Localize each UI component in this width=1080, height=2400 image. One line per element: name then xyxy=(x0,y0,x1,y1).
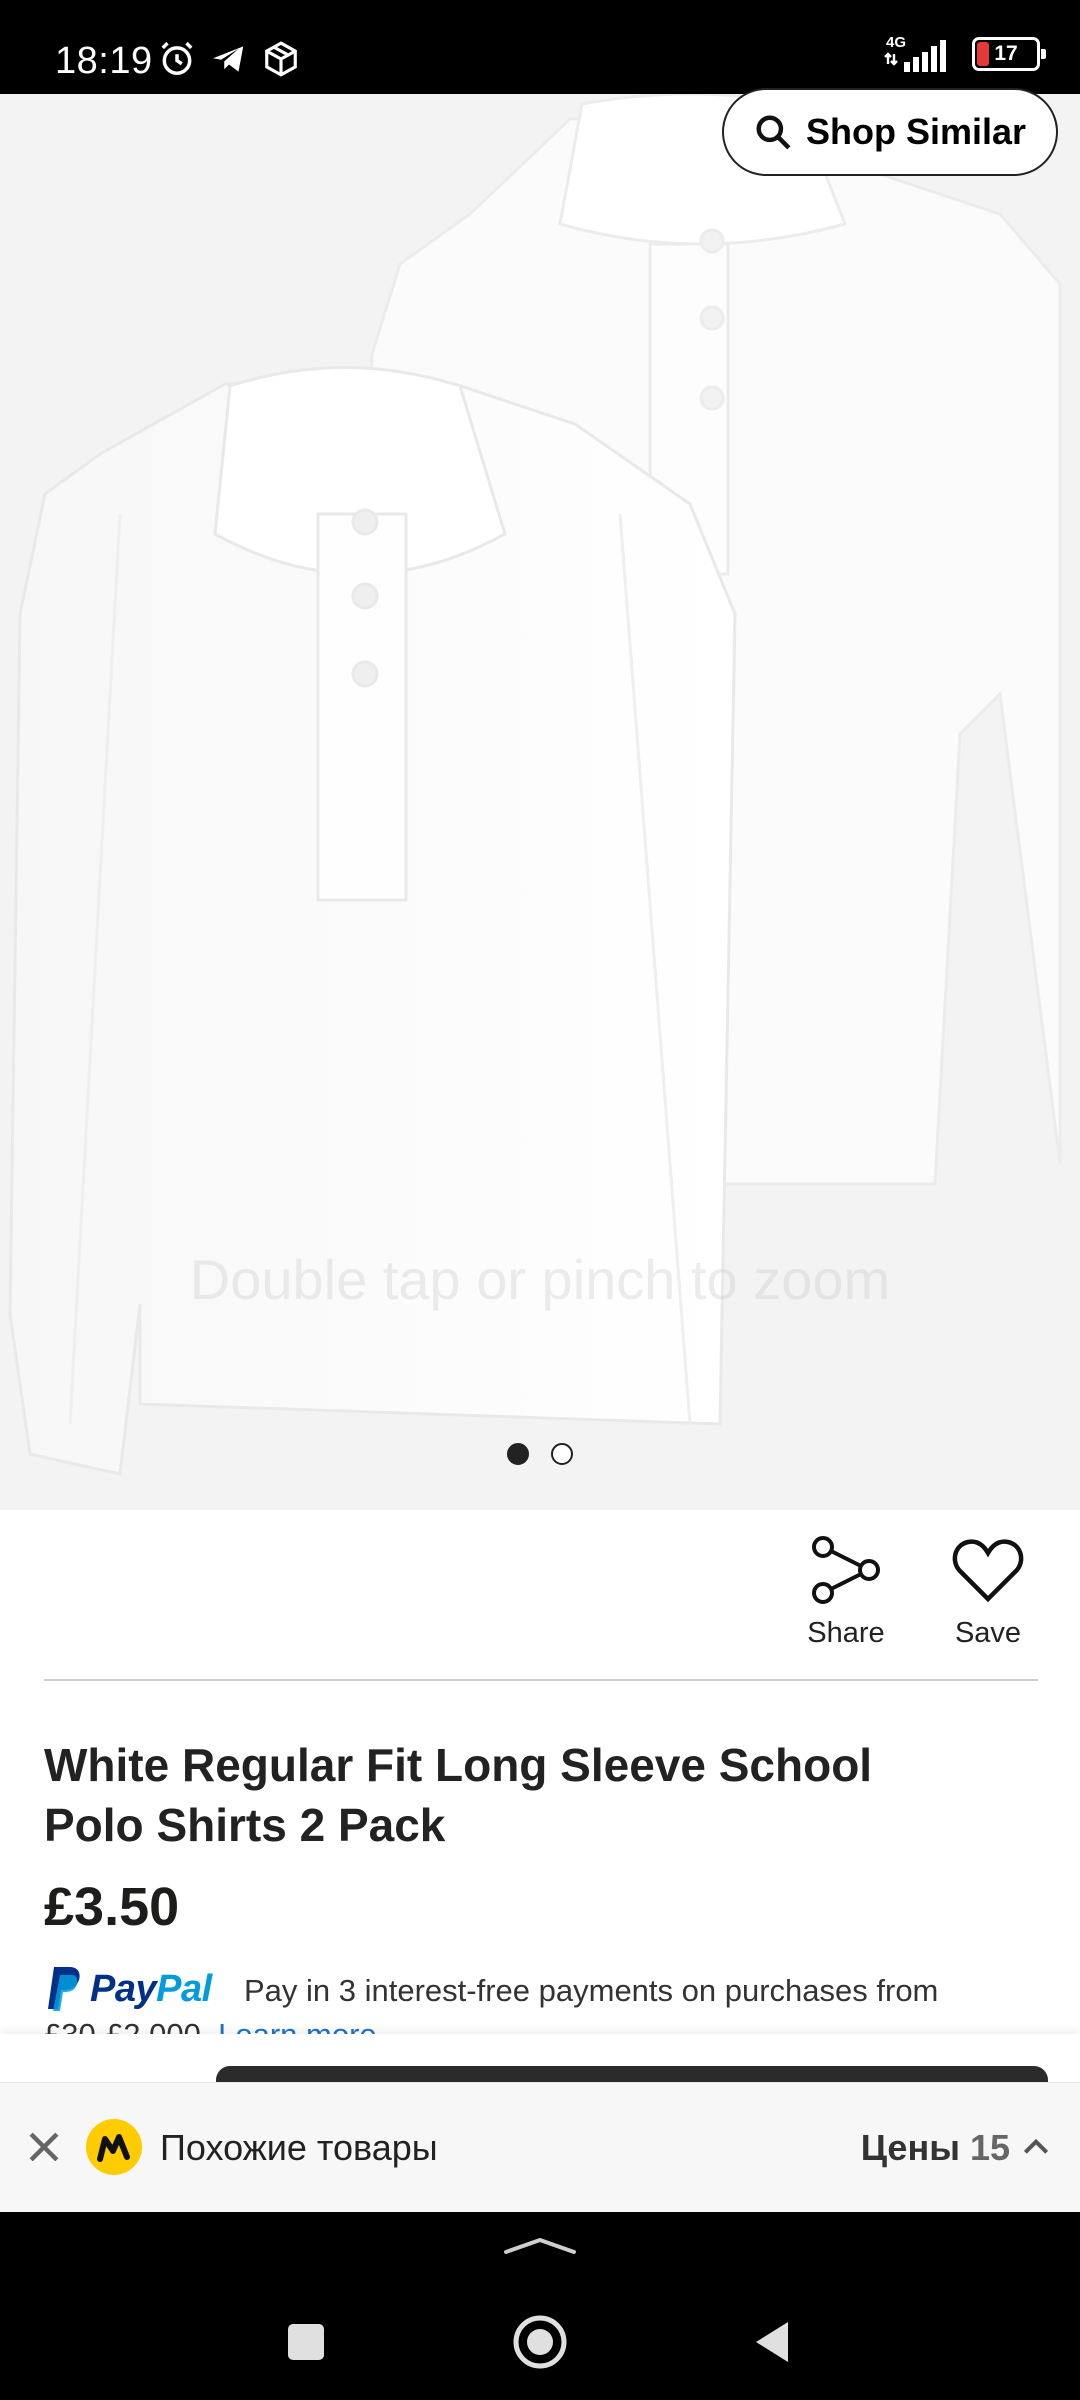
zoom-hint: Double tap or pinch to zoom xyxy=(189,1248,891,1311)
search-icon xyxy=(756,115,791,150)
battery-icon: 17 xyxy=(972,37,1046,71)
prices-count[interactable]: Цены 15 xyxy=(861,2127,1010,2169)
learn-more-link[interactable]: Learn more xyxy=(218,2017,377,2035)
back-icon[interactable] xyxy=(742,2310,806,2374)
heart-icon xyxy=(952,1539,1024,1603)
expand-handle-icon[interactable] xyxy=(502,2234,578,2258)
paypal-text: Pay in 3 interest-free payments on purch… xyxy=(244,1973,939,2008)
save-button[interactable]: Save xyxy=(938,1535,1038,1650)
status-notification-icons xyxy=(158,40,300,78)
product-actions: Share Save xyxy=(796,1535,1038,1650)
product-price: £3.50 xyxy=(44,1877,180,1937)
prices-number: 15 xyxy=(969,2127,1010,2168)
paypal-range: £30-£2,000. xyxy=(44,2017,210,2035)
shop-similar-button[interactable]: Shop Similar xyxy=(722,88,1058,176)
product-title: White Regular Fit Long Sleeve School Pol… xyxy=(44,1739,873,1851)
telegram-icon xyxy=(213,46,244,72)
similar-products-label: Похожие товары xyxy=(160,2127,438,2168)
paypal-banner: PayPal Pay in 3 interest-free payments o… xyxy=(44,1965,1044,2035)
home-icon[interactable] xyxy=(508,2310,572,2374)
share-label: Share xyxy=(807,1617,885,1649)
status-bar: 18:19 4G 17 xyxy=(0,0,1080,94)
gallery-dot-2[interactable] xyxy=(551,1443,573,1465)
network-type: 4G xyxy=(886,34,907,51)
gallery-pagination xyxy=(0,1443,1080,1465)
yandex-market-logo xyxy=(86,2119,142,2175)
recents-icon[interactable] xyxy=(274,2310,338,2374)
shop-similar-label: Shop Similar xyxy=(805,111,1027,152)
status-system-icons: 4G 17 xyxy=(882,34,1046,74)
close-icon[interactable] xyxy=(22,2125,66,2169)
save-label: Save xyxy=(954,1617,1022,1649)
share-icon xyxy=(812,1536,880,1604)
package-icon xyxy=(265,41,297,77)
chevron-up-icon[interactable] xyxy=(1020,2131,1052,2163)
paypal-brand-pal: Pal xyxy=(156,1967,212,2010)
paypal-p-icon xyxy=(48,1967,80,2011)
alarm-icon xyxy=(161,41,193,75)
product-image-gallery[interactable]: Double tap or pinch to zoom xyxy=(0,94,1080,1510)
paypal-brand-pay: Pay xyxy=(90,1967,157,2010)
share-button[interactable]: Share xyxy=(796,1535,896,1650)
paypal-text-line2: £30-£2,000. Learn more xyxy=(44,2017,377,2035)
gallery-dot-1[interactable] xyxy=(507,1443,529,1465)
similar-products-bar[interactable]: Похожие товары Цены 15 xyxy=(0,2082,1080,2212)
signal-icon: 4G xyxy=(882,34,952,74)
status-time: 18:19 xyxy=(55,40,153,82)
battery-level: 17 xyxy=(994,42,1018,65)
paypal-logo: PayPal xyxy=(44,1965,212,2013)
system-nav-bar xyxy=(0,2212,1080,2400)
divider xyxy=(44,1679,1038,1681)
prices-label: Цены xyxy=(860,2127,960,2168)
